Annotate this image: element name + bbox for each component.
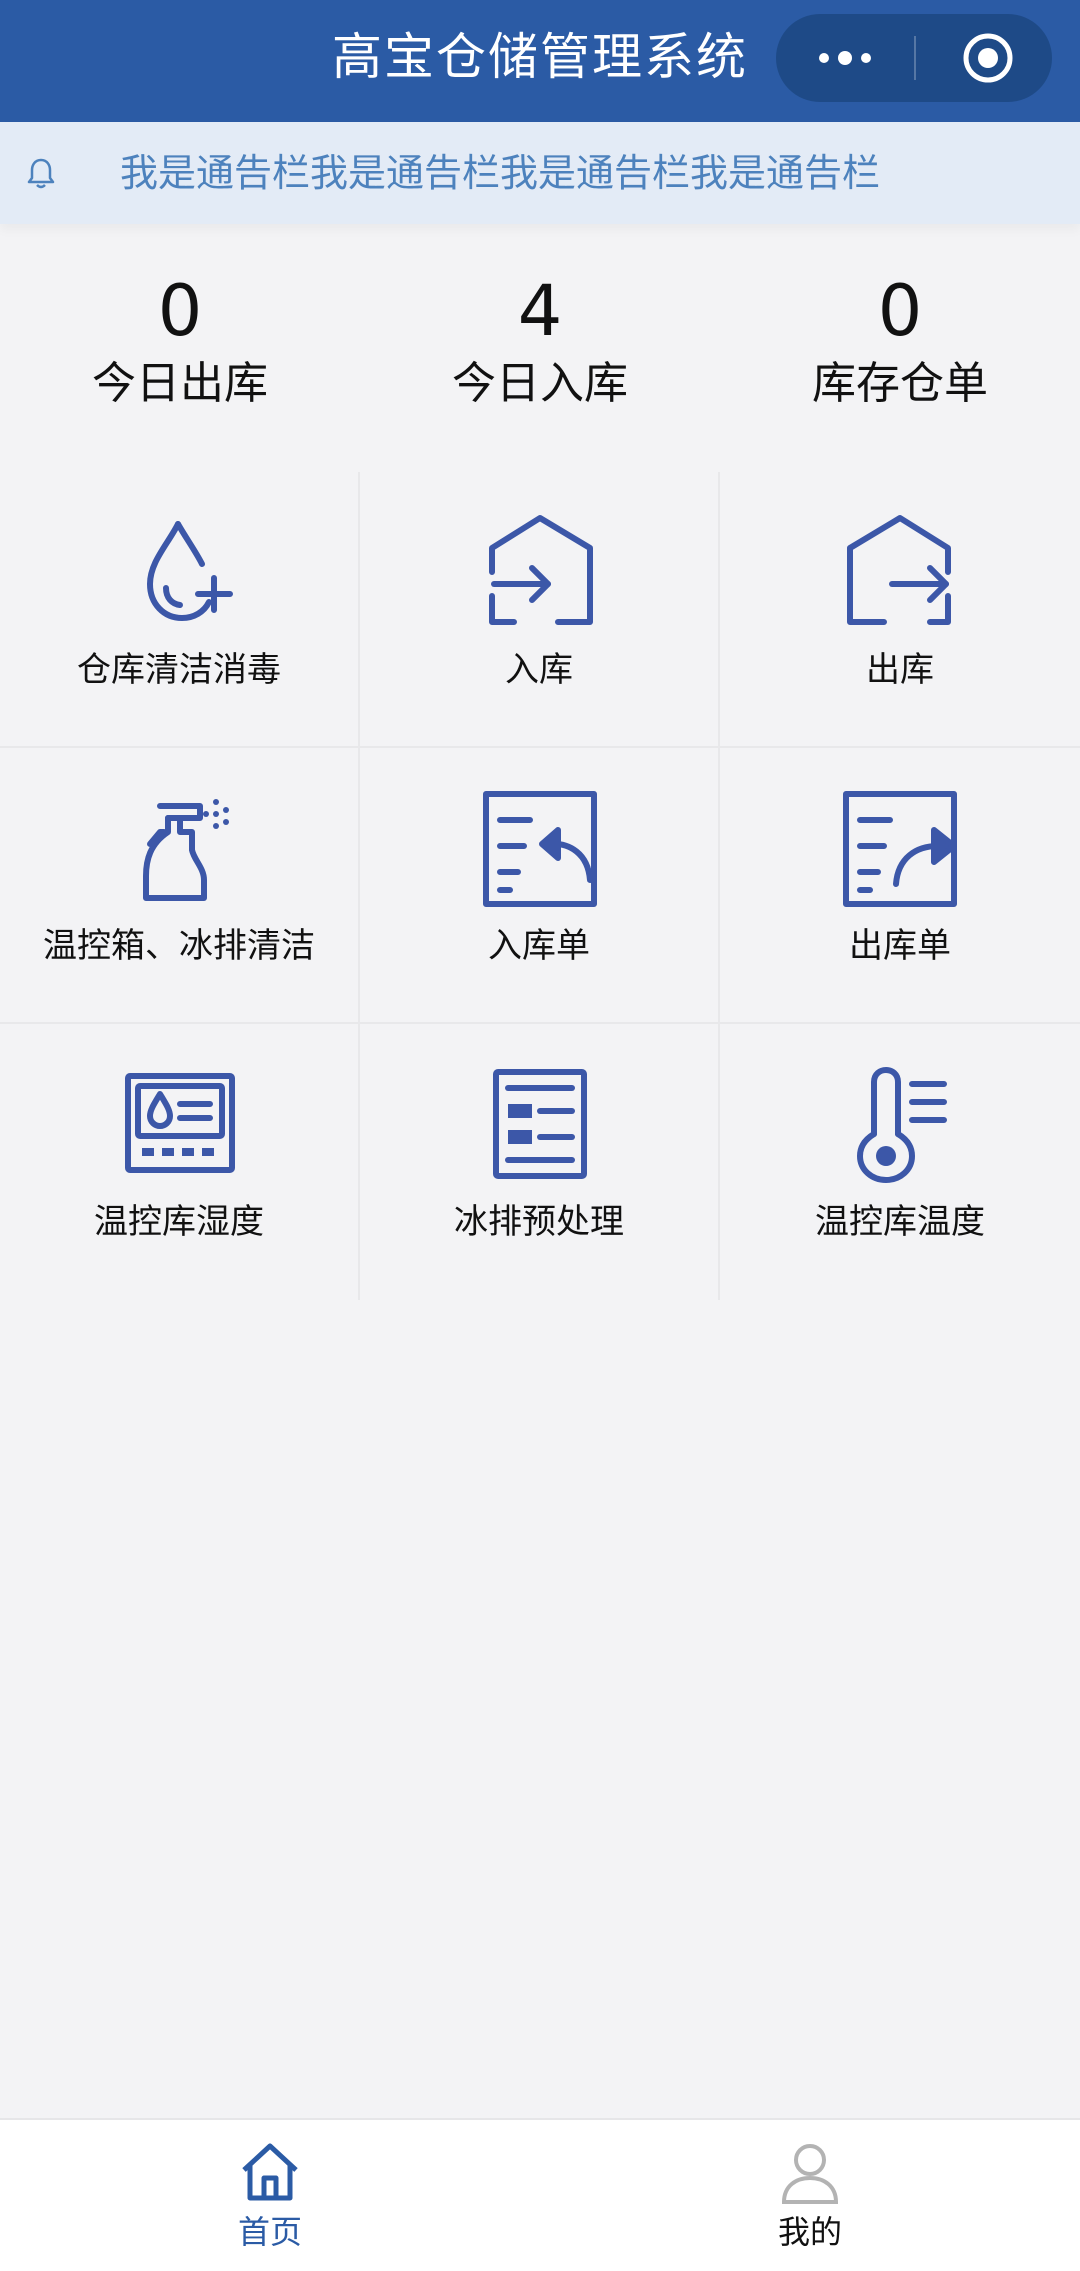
water-drop-plus-icon xyxy=(147,521,233,621)
house-arrow-out-icon xyxy=(847,515,951,625)
grid-item-label: 仓库清洁消毒 xyxy=(77,650,281,690)
tab-mine[interactable]: 我的 xyxy=(540,2120,1080,2271)
grid-item-label: 温控库湿度 xyxy=(94,1202,264,1242)
user-icon xyxy=(781,2144,839,2204)
stat-label: 库存仓单 xyxy=(812,358,988,409)
home-icon xyxy=(242,2143,298,2201)
humidity-monitor-icon xyxy=(125,1073,235,1173)
grid-item-label: 入库 xyxy=(505,650,573,690)
tab-label: 首页 xyxy=(237,2213,302,2251)
miniprogram-close-icon[interactable] xyxy=(962,32,1014,84)
grid-item-label: 出库 xyxy=(866,650,934,690)
grid-item-outbound[interactable]: 出库 xyxy=(720,472,1080,748)
stat-warehouse-receipts[interactable]: 0 库存仓单 xyxy=(720,270,1080,412)
bottom-tab-bar: 首页 我的 xyxy=(0,2118,1080,2271)
house-arrow-in-icon xyxy=(489,515,593,625)
thermometer-icon xyxy=(857,1067,947,1183)
grid-item-outbound-order[interactable]: 出库单 xyxy=(720,748,1080,1024)
bell-icon xyxy=(27,158,55,189)
document-arrow-back-icon xyxy=(483,791,597,907)
stat-value: 0 xyxy=(157,270,203,352)
grid-item-inbound[interactable]: 入库 xyxy=(360,472,720,748)
grid-item-label: 冰排预处理 xyxy=(454,1202,624,1242)
spray-bottle-icon xyxy=(143,799,229,901)
grid-item-label: 入库单 xyxy=(488,926,590,966)
stat-label: 今日入库 xyxy=(452,358,628,409)
capsule-divider xyxy=(914,36,916,80)
stat-value: 0 xyxy=(877,270,923,352)
grid-item-box-icepack-cleaning[interactable]: 温控箱、冰排清洁 xyxy=(0,748,360,1024)
grid-item-warehouse-temperature[interactable]: 温控库温度 xyxy=(720,1024,1080,1300)
stat-today-inbound[interactable]: 4 今日入库 xyxy=(360,270,720,412)
grid-item-label: 出库单 xyxy=(849,926,951,966)
grid-item-icepack-preprocessing[interactable]: 冰排预处理 xyxy=(360,1024,720,1300)
tab-home[interactable]: 首页 xyxy=(0,2120,540,2271)
stat-value: 4 xyxy=(517,270,563,352)
stats-row: 0 今日出库 4 今日入库 0 库存仓单 xyxy=(0,270,1080,440)
grid-item-label: 温控库温度 xyxy=(815,1202,985,1242)
stat-today-outbound[interactable]: 0 今日出库 xyxy=(0,270,360,412)
document-arrow-forward-icon xyxy=(843,791,957,907)
function-grid: 仓库清洁消毒 入库 出库 温控箱、冰排清洁 入库单 出库单 温控库湿度 冰排预处… xyxy=(0,472,1080,1300)
tab-label: 我的 xyxy=(777,2213,842,2251)
notice-text: 我是通告栏我是通告栏我是通告栏我是通告栏 xyxy=(120,151,881,195)
more-dots-icon[interactable] xyxy=(810,36,880,80)
grid-item-inbound-order[interactable]: 入库单 xyxy=(360,748,720,1024)
form-panel-icon xyxy=(493,1069,587,1179)
app-header: 高宝仓储管理系统 xyxy=(0,0,1080,122)
grid-item-warehouse-disinfection[interactable]: 仓库清洁消毒 xyxy=(0,472,360,748)
miniprogram-capsule xyxy=(776,14,1052,102)
notice-bar[interactable]: 我是通告栏我是通告栏我是通告栏我是通告栏 xyxy=(0,122,1080,224)
grid-item-warehouse-humidity[interactable]: 温控库湿度 xyxy=(0,1024,360,1300)
stat-label: 今日出库 xyxy=(92,358,268,409)
grid-item-label: 温控箱、冰排清洁 xyxy=(43,926,315,966)
